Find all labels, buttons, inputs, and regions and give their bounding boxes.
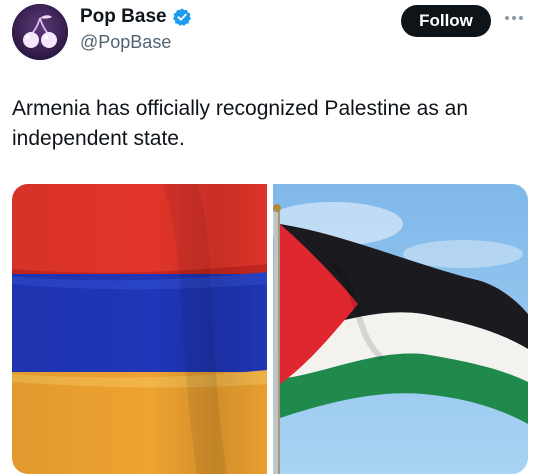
tweet-header: Pop Base @PopBase Follow xyxy=(0,0,540,70)
user-handle[interactable]: @PopBase xyxy=(80,32,171,53)
armenia-flag-image[interactable] xyxy=(12,184,267,474)
verified-badge-icon xyxy=(172,7,192,27)
palestine-flag-image[interactable] xyxy=(273,184,528,474)
dot xyxy=(512,16,516,20)
name-row: Pop Base xyxy=(80,6,192,28)
more-options-icon[interactable] xyxy=(500,10,528,26)
dot xyxy=(505,16,509,20)
display-name[interactable]: Pop Base xyxy=(80,6,167,28)
tweet-text: Armenia has officially recognized Palest… xyxy=(12,97,469,150)
cherry-avatar-icon xyxy=(12,4,68,60)
tweet-media[interactable] xyxy=(12,184,528,474)
follow-button[interactable]: Follow xyxy=(401,5,491,37)
dot xyxy=(519,16,523,20)
avatar[interactable] xyxy=(12,4,68,60)
